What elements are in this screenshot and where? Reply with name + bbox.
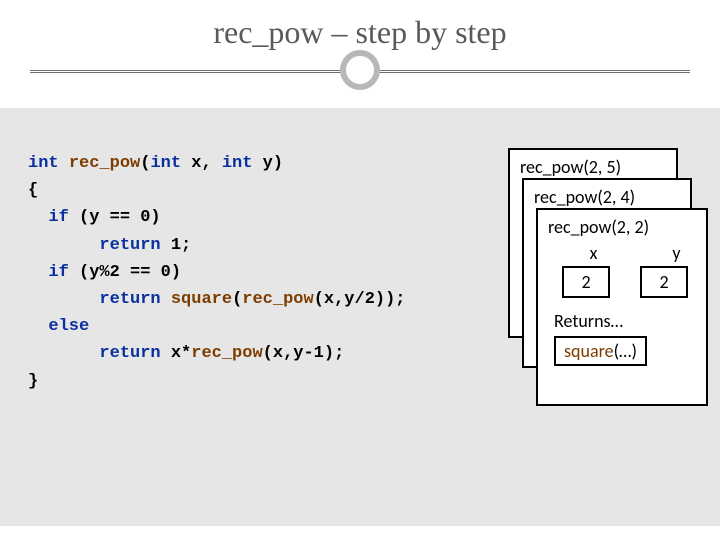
returns-value: square(…): [554, 336, 647, 366]
stack-frame-2: rec_pow(2, 2) x y 2 2 Returns… square(…): [536, 208, 708, 406]
kw-if: if: [48, 263, 68, 282]
kw-return: return: [99, 236, 160, 255]
frame-call: rec_pow(2, 2): [548, 216, 696, 238]
var-values: 2 2: [562, 266, 696, 298]
fn-rec-pow: rec_pow: [191, 344, 262, 363]
fn-square: square: [171, 290, 232, 309]
frame-call: rec_pow(2, 4): [534, 186, 680, 208]
fn-rec-pow: rec_pow: [242, 290, 313, 309]
kw-return: return: [99, 344, 160, 363]
slide: rec_pow – step by step int rec_pow(int x…: [0, 0, 720, 540]
divider-ring-icon: [340, 50, 380, 90]
var-x-value: 2: [562, 266, 610, 298]
kw-else: else: [48, 317, 89, 336]
kw-int: int: [222, 154, 253, 173]
var-y-value: 2: [640, 266, 688, 298]
kw-if: if: [48, 208, 68, 227]
kw-return: return: [99, 290, 160, 309]
returns-label: Returns…: [554, 310, 696, 332]
code-block: int rec_pow(int x, int y) { if (y == 0) …: [28, 150, 406, 395]
var-labels: x y: [574, 242, 696, 264]
fn-square: square: [564, 340, 614, 362]
kw-int: int: [150, 154, 181, 173]
var-y-label: y: [657, 242, 696, 264]
kw-int: int: [28, 154, 59, 173]
frame-call: rec_pow(2, 5): [520, 156, 666, 178]
fn-rec-pow: rec_pow: [69, 154, 140, 173]
slide-title: rec_pow – step by step: [0, 14, 720, 51]
title-divider: [0, 70, 720, 73]
var-x-label: x: [574, 242, 613, 264]
